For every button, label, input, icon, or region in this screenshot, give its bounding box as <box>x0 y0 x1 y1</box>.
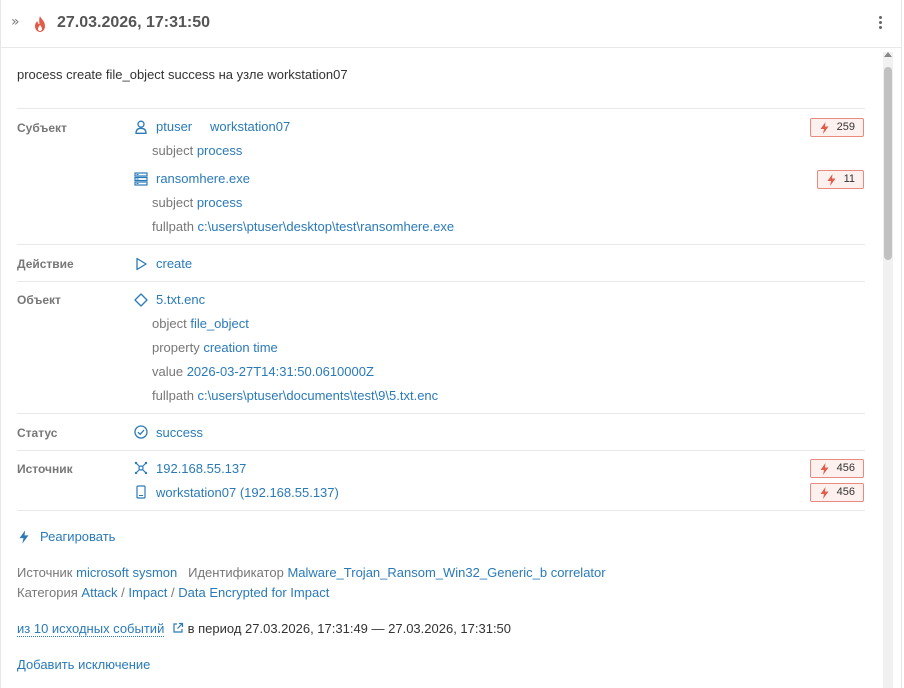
play-icon <box>136 257 147 271</box>
object-fullpath: fullpath c:\users\ptuser\documents\test\… <box>152 388 439 403</box>
source-host-link[interactable]: workstation07 (192.168.55.137) <box>156 485 339 500</box>
divider <box>17 450 865 451</box>
subject-user-link[interactable]: ptuser <box>156 119 192 134</box>
device-icon <box>136 485 146 499</box>
subject-process-link[interactable]: ransomhere.exe <box>156 171 250 186</box>
lightning-icon <box>820 487 829 499</box>
subject-label: Субъект <box>17 121 67 135</box>
category-impact-link[interactable]: Impact <box>128 585 167 600</box>
meta-source-link[interactable]: microsoft sysmon <box>76 565 177 580</box>
expand-icon[interactable]: » <box>11 14 20 30</box>
react-button[interactable]: Реагировать <box>40 529 115 544</box>
meta-source-id: Источник microsoft sysmon Идентификатор … <box>17 565 606 580</box>
subject-user-type: subject process <box>152 143 243 158</box>
scrollbar[interactable] <box>883 52 893 688</box>
fire-icon <box>35 16 45 32</box>
source-host-badge[interactable]: 456 <box>809 483 864 502</box>
category-attack-link[interactable]: Attack <box>81 585 117 600</box>
more-vertical-icon[interactable] <box>879 16 883 30</box>
event-summary: process create file_object success на уз… <box>17 67 348 82</box>
user-icon <box>135 120 147 134</box>
lightning-icon <box>19 530 29 544</box>
divider <box>17 281 865 282</box>
meta-id-link[interactable]: Malware_Trojan_Ransom_Win32_Generic_b co… <box>287 565 605 580</box>
category-data-encrypted-link[interactable]: Data Encrypted for Impact <box>178 585 329 600</box>
divider <box>17 244 865 245</box>
subject-process-type: subject process <box>152 195 243 210</box>
divider <box>17 413 865 414</box>
source-label: Источник <box>17 462 73 476</box>
action-label: Действие <box>17 257 74 271</box>
object-type: object file_object <box>152 316 249 331</box>
event-header: » 27.03.2026, 17:31:50 <box>1 0 901 48</box>
status-label: Статус <box>17 426 58 440</box>
action-link[interactable]: create <box>156 256 192 271</box>
status-link[interactable]: success <box>156 425 203 440</box>
process-icon <box>134 172 148 186</box>
diamond-icon <box>134 293 148 307</box>
object-name-link[interactable]: 5.txt.enc <box>156 292 205 307</box>
lightning-icon <box>820 463 829 475</box>
meta-category: Категория Attack / Impact / Data Encrypt… <box>17 585 330 600</box>
object-value: value 2026-03-27T14:31:50.0610000Z <box>152 364 374 379</box>
event-title: 27.03.2026, 17:31:50 <box>57 14 211 31</box>
scroll-up-icon[interactable] <box>884 52 892 57</box>
source-events-link[interactable]: из 10 исходных событий <box>17 621 165 637</box>
divider <box>17 510 865 511</box>
scrollbar-thumb[interactable] <box>884 67 892 260</box>
subject-fullpath: fullpath c:\users\ptuser\desktop\test\ra… <box>152 219 455 234</box>
subject-process-badge[interactable]: 11 <box>816 170 864 189</box>
add-exception-button[interactable]: Добавить исключение <box>17 657 150 672</box>
external-link-icon[interactable] <box>172 622 184 634</box>
network-node-icon <box>134 461 148 475</box>
object-label: Объект <box>17 293 61 307</box>
lightning-icon <box>827 174 836 186</box>
source-events: из 10 исходных событий в период 27.03.20… <box>17 621 512 637</box>
lightning-icon <box>820 122 829 134</box>
check-circle-icon <box>134 425 148 439</box>
event-panel: » 27.03.2026, 17:31:50 process create fi… <box>0 0 902 688</box>
source-ip-badge[interactable]: 456 <box>809 459 864 478</box>
source-ip-link[interactable]: 192.168.55.137 <box>156 461 246 476</box>
subject-host-link[interactable]: workstation07 <box>210 119 290 134</box>
divider <box>17 108 865 109</box>
subject-user-badge[interactable]: 259 <box>809 118 864 137</box>
object-property: property creation time <box>152 340 278 355</box>
